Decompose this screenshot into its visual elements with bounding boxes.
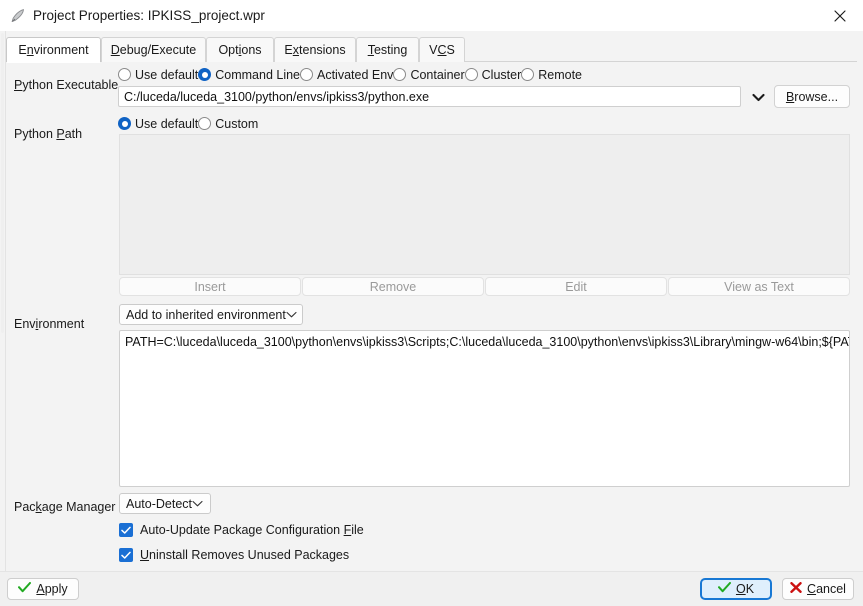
- checkbox-label: Uninstall Removes Unused Packages: [140, 548, 349, 562]
- radio-icon-selected: [118, 117, 131, 130]
- window-title: Project Properties: IPKISS_project.wpr: [33, 7, 265, 25]
- python-path-insert-button[interactable]: Insert: [119, 277, 301, 296]
- package-manager-label: Package Manager: [14, 500, 115, 514]
- radio-command-line[interactable]: Command Line: [198, 68, 300, 82]
- python-executable-history-chevron-down-icon[interactable]: [748, 87, 768, 107]
- environment-label: Environment: [14, 317, 84, 331]
- environment-mode-value: Add to inherited environment: [126, 308, 286, 322]
- radio-icon: [198, 117, 211, 130]
- python-path-remove-button[interactable]: Remove: [302, 277, 484, 296]
- browse-button[interactable]: Browse...: [774, 85, 850, 108]
- tab-vcs[interactable]: VCS: [419, 37, 465, 62]
- uninstall-removes-unused-packages-checkbox[interactable]: Uninstall Removes Unused Packages: [119, 548, 349, 562]
- radio-icon-selected: [198, 68, 211, 81]
- tab-label: Testing: [368, 43, 408, 57]
- radio-icon: [393, 68, 406, 81]
- python-path-listbox[interactable]: [119, 134, 850, 275]
- python-path-view-as-text-button[interactable]: View as Text: [668, 277, 850, 296]
- tab-label: Extensions: [284, 43, 345, 57]
- tab-bar: Environment Debug/Execute Options Extens…: [6, 37, 857, 62]
- python-executable-path-input[interactable]: C:/luceda/luceda_3100/python/envs/ipkiss…: [118, 86, 741, 107]
- radio-label: Cluster: [482, 68, 522, 82]
- python-path-edit-button[interactable]: Edit: [485, 277, 667, 296]
- apply-button-label: Apply: [36, 582, 67, 596]
- python-path-mode-group: Use default Custom: [118, 115, 258, 132]
- auto-update-package-config-checkbox[interactable]: Auto-Update Package Configuration File: [119, 523, 364, 537]
- project-properties-dialog: Project Properties: IPKISS_project.wpr E…: [0, 0, 863, 606]
- radio-custom-path[interactable]: Custom: [198, 117, 258, 131]
- tab-environment[interactable]: Environment: [6, 37, 101, 62]
- tab-options[interactable]: Options: [206, 37, 274, 62]
- radio-label: Command Line: [215, 68, 300, 82]
- radio-label: Use default: [135, 68, 198, 82]
- tab-label: Options: [218, 43, 261, 57]
- button-label: Insert: [194, 280, 225, 294]
- tab-testing[interactable]: Testing: [356, 37, 419, 62]
- environment-variables-value: PATH=C:\luceda\luceda_3100\python\envs\i…: [125, 335, 850, 349]
- radio-label: Remote: [538, 68, 582, 82]
- package-manager-combobox[interactable]: Auto-Detect: [119, 493, 211, 514]
- vertical-scrollbar[interactable]: [0, 31, 6, 571]
- scrollbar-thumb[interactable]: [1, 33, 4, 333]
- title-bar: Project Properties: IPKISS_project.wpr: [0, 0, 863, 32]
- python-executable-label: Python Executable: [14, 78, 118, 92]
- radio-label: Use default: [135, 117, 198, 131]
- checkbox-checked-icon: [119, 548, 133, 562]
- radio-use-default-executable[interactable]: Use default: [118, 68, 198, 82]
- browse-button-label: Browse...: [786, 90, 838, 104]
- green-check-icon: [718, 582, 731, 596]
- feather-pen-icon: [9, 7, 27, 25]
- chevron-down-icon: [192, 500, 203, 507]
- close-icon[interactable]: [817, 0, 863, 31]
- button-label: View as Text: [724, 280, 794, 294]
- environment-mode-combobox[interactable]: Add to inherited environment: [119, 304, 303, 325]
- button-label: Remove: [370, 280, 417, 294]
- python-executable-mode-group: Use default Command Line Activated Env C…: [118, 66, 582, 83]
- cancel-button[interactable]: Cancel: [782, 578, 854, 600]
- radio-label: Container: [410, 68, 464, 82]
- radio-remote[interactable]: Remote: [521, 68, 582, 82]
- radio-icon: [465, 68, 478, 81]
- ok-button[interactable]: OK: [700, 578, 772, 600]
- apply-button[interactable]: Apply: [7, 578, 79, 600]
- cancel-button-label: Cancel: [807, 582, 846, 596]
- radio-container[interactable]: Container: [393, 68, 464, 82]
- radio-activated-env[interactable]: Activated Env: [300, 68, 393, 82]
- button-label: Edit: [565, 280, 587, 294]
- chevron-down-icon: [286, 311, 297, 318]
- radio-cluster[interactable]: Cluster: [465, 68, 522, 82]
- checkbox-label: Auto-Update Package Configuration File: [140, 523, 364, 537]
- tab-debug-execute[interactable]: Debug/Execute: [101, 37, 206, 62]
- python-path-label: Python Path: [14, 127, 82, 141]
- tab-extensions[interactable]: Extensions: [274, 37, 356, 62]
- radio-use-default-path[interactable]: Use default: [118, 117, 198, 131]
- radio-icon: [300, 68, 313, 81]
- python-executable-path-value: C:/luceda/luceda_3100/python/envs/ipkiss…: [124, 90, 429, 104]
- dialog-body: [0, 31, 863, 571]
- red-x-icon: [790, 582, 802, 596]
- radio-label: Custom: [215, 117, 258, 131]
- package-manager-value: Auto-Detect: [126, 497, 192, 511]
- radio-label: Activated Env: [317, 68, 393, 82]
- tab-label: Debug/Execute: [111, 43, 196, 57]
- checkbox-checked-icon: [119, 523, 133, 537]
- tab-label: VCS: [429, 43, 455, 57]
- tab-label: Environment: [18, 43, 88, 57]
- radio-icon: [521, 68, 534, 81]
- environment-variables-textarea[interactable]: PATH=C:\luceda\luceda_3100\python\envs\i…: [119, 330, 850, 487]
- radio-icon: [118, 68, 131, 81]
- ok-button-label: OK: [736, 582, 754, 596]
- green-check-icon: [18, 582, 31, 596]
